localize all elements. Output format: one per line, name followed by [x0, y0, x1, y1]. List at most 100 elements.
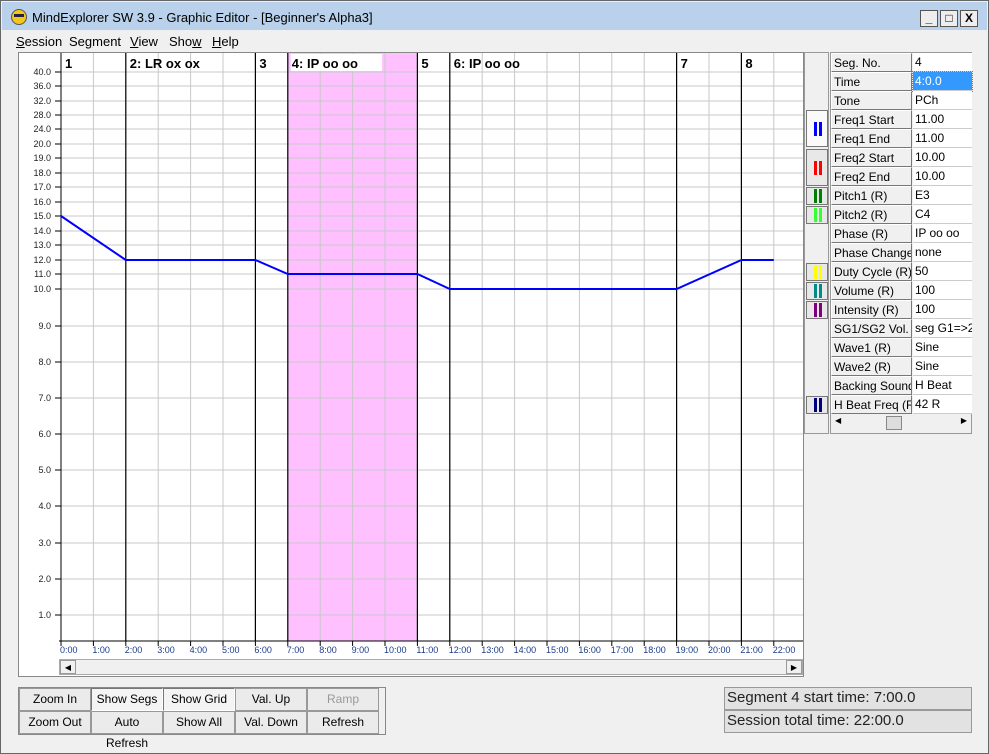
property-value[interactable]: E3 — [913, 186, 972, 205]
property-value[interactable]: H Beat — [913, 376, 972, 395]
x-tick-label: 17:00 — [611, 645, 634, 655]
property-row[interactable]: Time 4:0.0 — [831, 71, 973, 92]
toggle-pitch2-button[interactable] — [806, 206, 828, 224]
zoom-in-button[interactable]: Zoom In — [19, 688, 91, 711]
property-value[interactable]: none — [913, 243, 972, 262]
property-name: Freq1 End — [831, 129, 912, 148]
track-bar-icon — [814, 189, 817, 203]
property-value[interactable]: 10.00 — [913, 148, 972, 167]
menu-segment[interactable]: Segment — [69, 34, 121, 49]
segment-label[interactable]: 2: LR ox ox — [130, 56, 201, 71]
segment-label[interactable]: 6: IP oo oo — [454, 56, 520, 71]
property-value[interactable]: Sine — [913, 357, 972, 376]
property-row[interactable]: Seg. No. 4 — [831, 53, 972, 72]
scroll-right-arrow-icon[interactable]: ▶ — [961, 416, 967, 425]
frequency-chart[interactable]: 40.036.032.028.024.020.019.018.017.016.0… — [19, 53, 803, 659]
property-row[interactable]: Freq1 End 11.00 — [831, 129, 972, 148]
close-button[interactable]: X — [960, 10, 978, 27]
property-row[interactable]: Pitch2 (R) C4 — [831, 205, 972, 224]
val-down-button[interactable]: Val. Down — [235, 711, 307, 734]
x-tick-label: 10:00 — [384, 645, 407, 655]
toggle-intensity-button[interactable] — [806, 301, 828, 319]
menu-session[interactable]: Session — [16, 34, 62, 49]
property-value[interactable]: IP oo oo — [913, 224, 972, 243]
y-tick-label: 4.0 — [38, 501, 51, 511]
x-tick-label: 0:00 — [60, 645, 78, 655]
minimize-button[interactable]: _ — [920, 10, 938, 27]
show-segs-button[interactable]: Show Segs — [91, 688, 163, 711]
property-value[interactable]: 50 — [913, 262, 972, 281]
property-name: Wave2 (R) — [831, 357, 912, 376]
toggle-freq1-button[interactable] — [806, 110, 828, 147]
property-row[interactable]: Phase Change none — [831, 243, 972, 262]
title-bar: MindExplorer SW 3.9 - Graphic Editor - [… — [2, 2, 987, 30]
graph-editor-canvas[interactable]: 40.0 36.0 32.0 28.0 24.0 20.0 19.0 18.0 17.0 16.0… — [18, 52, 804, 677]
refresh-button[interactable]: Refresh — [307, 711, 379, 734]
property-row[interactable]: Wave2 (R) Sine — [831, 357, 972, 376]
property-value[interactable]: 11.00 — [913, 110, 972, 129]
toggle-pitch1-button[interactable] — [806, 187, 828, 205]
property-row[interactable]: Wave1 (R) Sine — [831, 338, 972, 357]
y-tick-label: 24.0 — [33, 124, 51, 134]
property-row[interactable]: H Beat Freq (R) 42 R — [831, 395, 972, 414]
properties-horizontal-scrollbar[interactable]: ◀ ▶ — [831, 414, 971, 432]
property-value[interactable]: PCh — [913, 91, 972, 110]
y-tick-label: 19.0 — [33, 153, 51, 163]
property-row[interactable]: Duty Cycle (R) 50 — [831, 262, 972, 281]
scroll-left-arrow-icon[interactable]: ◀ — [835, 416, 841, 425]
segment-label[interactable]: 1 — [65, 56, 72, 71]
segment-label[interactable]: 3 — [259, 56, 266, 71]
toggle-h-beat-freq-button[interactable] — [806, 396, 828, 414]
property-row[interactable]: Backing Sound H Beat — [831, 376, 972, 395]
property-row[interactable]: Pitch1 (R) E3 — [831, 186, 972, 205]
property-row[interactable]: Freq2 End 10.00 — [831, 167, 972, 186]
zoom-out-button[interactable]: Zoom Out — [19, 711, 91, 734]
x-tick-label: 12:00 — [449, 645, 472, 655]
show-grid-button[interactable]: Show Grid — [163, 688, 235, 711]
x-tick-label: 9:00 — [352, 645, 370, 655]
property-value[interactable]: 4 — [913, 53, 972, 72]
property-row[interactable]: Freq1 Start 11.00 — [831, 110, 972, 129]
segment-label[interactable]: 4: IP oo oo — [292, 56, 358, 71]
property-value[interactable]: 11.00 — [913, 129, 972, 148]
property-name: Seg. No. — [831, 53, 912, 72]
toggle-volume-button[interactable] — [806, 282, 828, 300]
segment-label[interactable]: 8 — [745, 56, 752, 71]
property-value[interactable]: 42 R — [913, 395, 972, 414]
menu-view[interactable]: View — [130, 34, 158, 49]
chart-horizontal-scrollbar[interactable]: ◀ ▶ — [59, 659, 803, 675]
auto-refresh-button[interactable]: Auto Refresh — [91, 711, 163, 750]
maximize-button[interactable]: □ — [940, 10, 958, 27]
property-name: Wave1 (R) — [831, 338, 912, 357]
x-tick-label: 7:00 — [287, 645, 305, 655]
toggle-duty-cycle-button[interactable] — [806, 263, 828, 281]
ramp-button[interactable]: Ramp — [307, 688, 379, 711]
property-value[interactable]: 4:0.0 — [912, 71, 973, 92]
scroll-thumb[interactable] — [886, 416, 902, 430]
property-value[interactable]: seg G1=>2 — [913, 319, 972, 338]
total-time-status: Session total time: 22:00.0 — [724, 710, 972, 733]
property-row[interactable]: Phase (R) IP oo oo — [831, 224, 972, 243]
property-value[interactable]: 100 — [913, 281, 972, 300]
y-tick-label: 12.0 — [33, 255, 51, 265]
property-row[interactable]: Tone PCh — [831, 91, 972, 110]
property-row[interactable]: SG1/SG2 Vol. seg G1=>2 — [831, 319, 972, 338]
segment-label[interactable]: 7 — [681, 56, 688, 71]
show-all-button[interactable]: Show All — [163, 711, 235, 734]
scroll-left-arrow-icon[interactable]: ◀ — [60, 660, 76, 674]
property-value[interactable]: C4 — [913, 205, 972, 224]
track-bar-icon — [814, 303, 817, 317]
segment-label[interactable]: 5 — [421, 56, 428, 71]
toggle-freq2-button[interactable] — [806, 149, 828, 186]
property-value[interactable]: 100 — [913, 300, 972, 319]
menu-show[interactable]: Show — [169, 34, 202, 49]
property-row[interactable]: Freq2 Start 10.00 — [831, 148, 972, 167]
property-value[interactable]: Sine — [913, 338, 972, 357]
property-value[interactable]: 10.00 — [913, 167, 972, 186]
val-up-button[interactable]: Val. Up — [235, 688, 307, 711]
property-name: SG1/SG2 Vol. — [831, 319, 912, 338]
property-row[interactable]: Intensity (R) 100 — [831, 300, 972, 319]
scroll-right-arrow-icon[interactable]: ▶ — [786, 660, 802, 674]
property-row[interactable]: Volume (R) 100 — [831, 281, 972, 300]
menu-help[interactable]: Help — [212, 34, 239, 49]
